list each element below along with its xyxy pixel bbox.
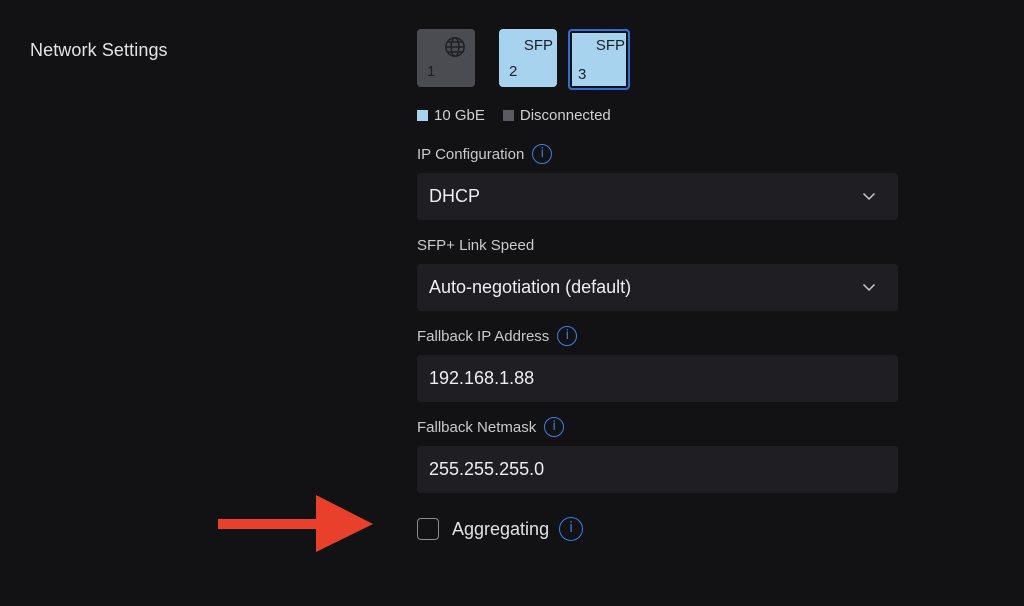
port-number: 1 [427,63,436,80]
port-number: 2 [509,63,518,80]
chevron-down-icon [862,192,876,201]
aggregating-label[interactable]: Aggregating [452,519,549,540]
field-label-text: SFP+ Link Speed [417,237,535,254]
legend-item-disconnected: Disconnected [502,106,611,124]
port-2[interactable]: SFP 2 [499,29,557,87]
ip-configuration-select[interactable]: DHCP [417,173,898,220]
aggregating-checkbox[interactable] [417,518,439,540]
legend-swatch-disconnected [502,109,514,121]
port-3-selected[interactable]: SFP 3 [568,29,630,90]
input-value: 255.255.255.0 [429,459,545,479]
field-label-text: IP Configuration [417,145,525,163]
port-legend: 10 GbE Disconnected [417,105,629,125]
sfp-link-speed-select[interactable]: Auto-negotiation (default) [417,264,898,311]
annotation-arrow [218,495,373,552]
aggregating-row: Aggregating i [417,517,584,541]
info-icon[interactable]: i [544,417,565,437]
port-1[interactable]: 1 [417,29,475,87]
info-icon[interactable]: i [557,326,578,346]
select-value: DHCP [429,186,481,206]
fallback-ip-label: Fallback IP Address i [417,326,578,346]
info-icon[interactable]: i [559,517,584,541]
chevron-down-icon [862,283,876,292]
port-number: 3 [578,66,587,83]
port-type-label: SFP [523,37,553,54]
legend-swatch-10gbe [417,109,428,121]
legend-label: Disconnected [519,106,611,124]
input-value: 192.168.1.88 [429,368,535,388]
field-label-text: Fallback IP Address [417,327,550,345]
legend-item-10gbe: 10 GbE [417,107,485,124]
port-type-label: SFP [595,37,625,54]
fallback-netmask-label: Fallback Netmask i [417,417,565,437]
port-selector: 1 SFP 2 SFP 3 [417,29,647,90]
field-label-text: Fallback Netmask [417,418,537,436]
fallback-ip-input[interactable]: 192.168.1.88 [417,355,898,402]
fallback-netmask-input[interactable]: 255.255.255.0 [417,446,898,493]
globe-icon [445,37,465,57]
select-value: Auto-negotiation (default) [429,277,632,297]
ip-configuration-label: IP Configuration i [417,144,553,164]
sfp-link-speed-label: SFP+ Link Speed [417,237,534,254]
legend-label: 10 GbE [434,106,485,124]
section-title: Network Settings [30,40,168,60]
info-icon[interactable]: i [532,144,553,164]
